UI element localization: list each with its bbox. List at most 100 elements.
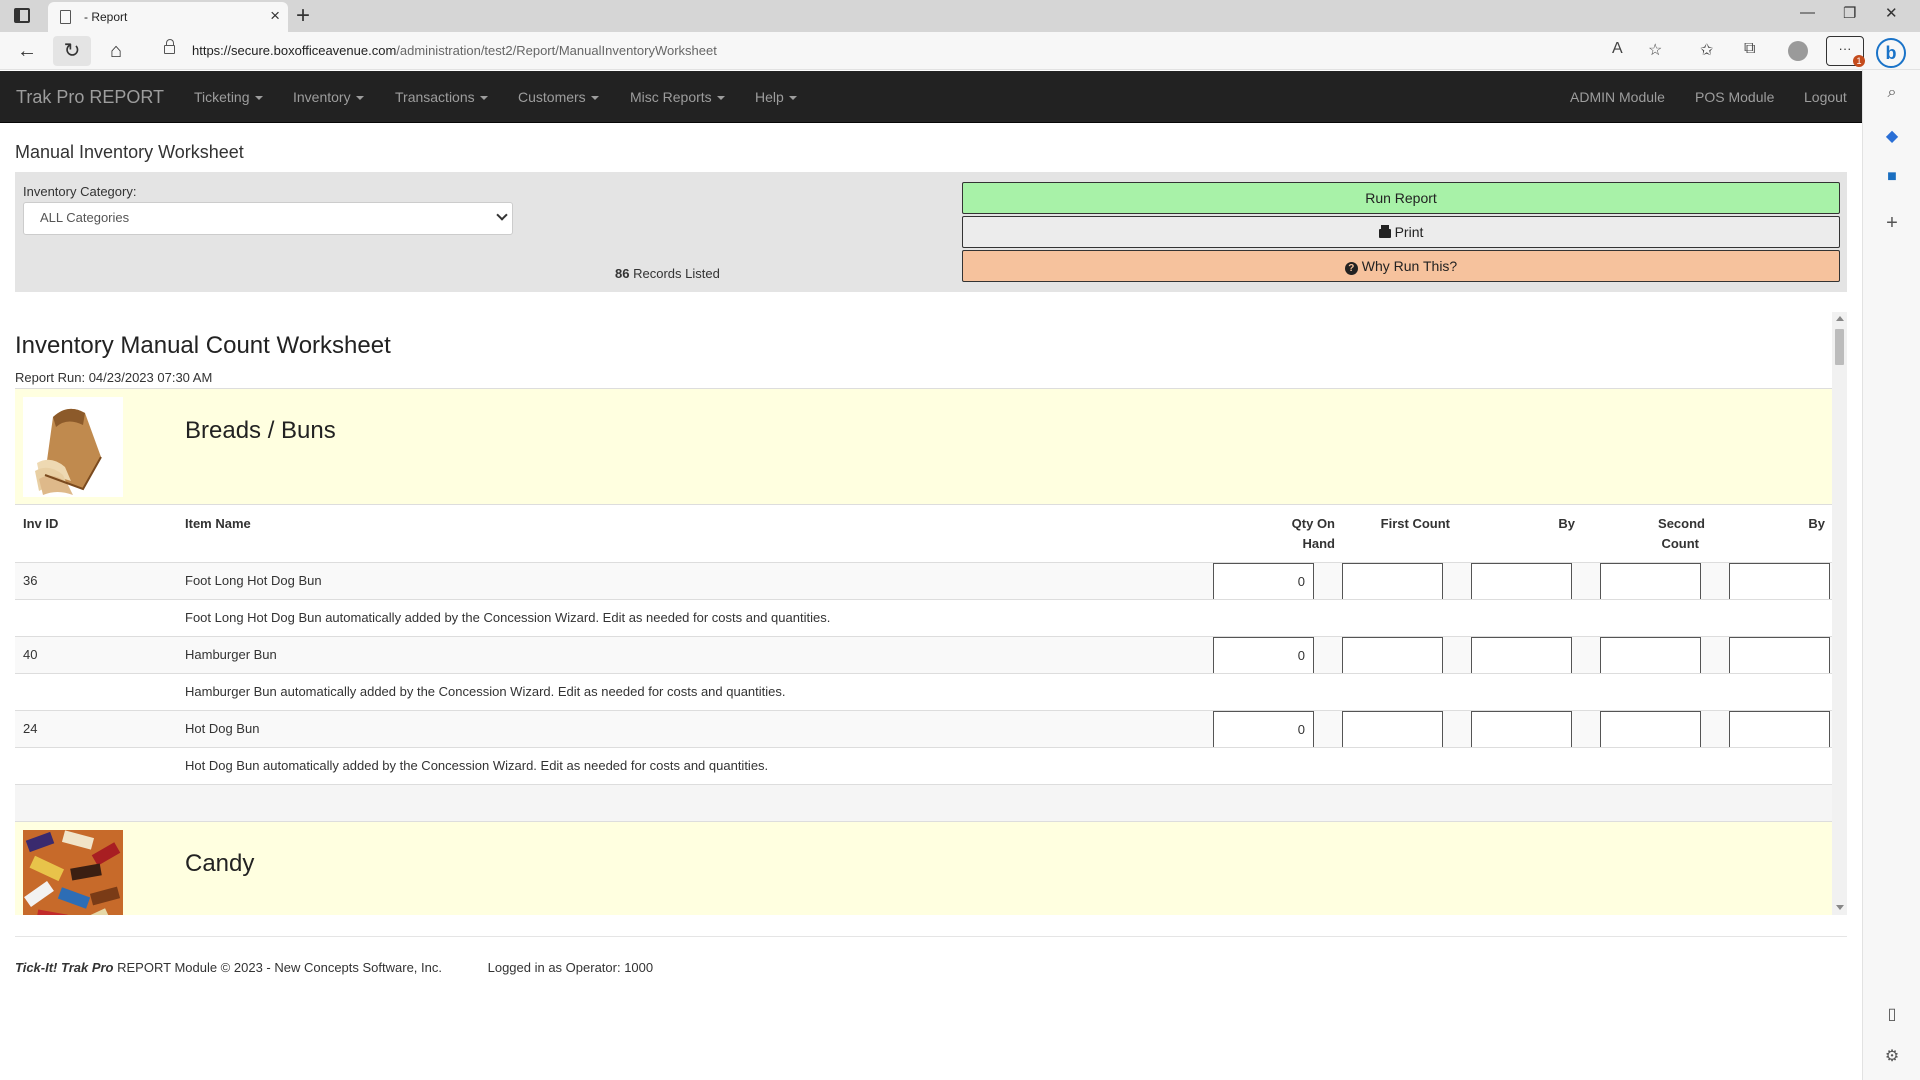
favorites-icon[interactable]: ✩ [1700, 40, 1713, 60]
inv-id: 36 [23, 573, 38, 588]
close-window-icon[interactable]: ✕ [1885, 4, 1898, 22]
item-name: Hot Dog Bun [185, 721, 260, 736]
bing-copilot-icon[interactable]: b [1876, 38, 1906, 68]
caret-down-icon [590, 96, 599, 101]
category-select[interactable]: ALL Categories [23, 202, 513, 235]
report-scrollbar[interactable] [1832, 312, 1847, 915]
menu-misc-reports[interactable]: Misc Reports [630, 89, 725, 105]
question-circle-icon: ? [1344, 262, 1358, 275]
printer-icon [1378, 225, 1391, 238]
browser-tab-strip: - Report × + — ❐ ✕ [0, 0, 1920, 32]
first-count-box [1342, 711, 1443, 748]
back-icon[interactable]: ← [13, 39, 41, 63]
caret-down-icon [716, 96, 725, 101]
add-favorite-icon[interactable]: ☆ [1648, 40, 1662, 60]
qty-on-hand-field: 0 [1213, 637, 1314, 674]
col-second-count: Second Count [1658, 516, 1705, 551]
scroll-up-icon[interactable] [1836, 316, 1844, 321]
records-count: 86 [615, 266, 630, 281]
tab-title: - Report [84, 10, 128, 24]
scrollbar-thumb[interactable] [1835, 329, 1844, 365]
new-tab-icon[interactable]: + [296, 2, 310, 30]
item-description: Hamburger Bun automatically added by the… [185, 684, 786, 699]
menu-inventory[interactable]: Inventory [293, 89, 364, 105]
scroll-down-icon[interactable] [1836, 905, 1844, 910]
category-name: Breads / Buns [185, 417, 336, 444]
report-panel: Inventory Manual Count Worksheet Report … [15, 312, 1845, 915]
url-bar[interactable]: https://secure.boxofficeavenue.com/admin… [146, 36, 1646, 66]
by-2-box [1729, 563, 1830, 600]
footer-copyright: REPORT Module © 2023 - New Concepts Soft… [117, 960, 442, 975]
search-icon[interactable]: ⌕ [1882, 84, 1902, 102]
refresh-icon: ↻ [63, 40, 81, 62]
table-row: 36 Foot Long Hot Dog Bun 0 [15, 562, 1832, 600]
col-qty-on-hand: Qty On Hand [1291, 516, 1335, 551]
close-tab-icon[interactable]: × [270, 6, 280, 26]
page-icon [60, 10, 71, 24]
bread-loaf-image [23, 397, 123, 497]
menu-customers[interactable]: Customers [518, 89, 599, 105]
operator-info: Logged in as Operator: 1000 [487, 960, 654, 975]
category-spacer [15, 784, 1832, 821]
table-row: 40 Hamburger Bun 0 [15, 636, 1832, 674]
filter-label: Inventory Category: [23, 184, 137, 199]
browser-tab[interactable]: - Report × [48, 2, 288, 32]
restore-icon[interactable]: ❐ [1843, 4, 1856, 22]
item-description: Foot Long Hot Dog Bun automatically adde… [185, 610, 831, 625]
admin-module-link[interactable]: ADMIN Module [1570, 89, 1665, 105]
page-title: Manual Inventory Worksheet [15, 142, 244, 162]
menu-transactions[interactable]: Transactions [395, 89, 488, 105]
inv-id: 24 [23, 721, 38, 736]
footer: Tick-It! Trak Pro REPORT Module © 2023 -… [15, 960, 653, 975]
col-by-1: By [1558, 516, 1575, 531]
second-count-box [1600, 563, 1701, 600]
minimize-icon[interactable]: — [1800, 4, 1815, 21]
menu-ticketing[interactable]: Ticketing [194, 89, 263, 105]
hide-sidebar-icon[interactable]: ▯ [1882, 1004, 1902, 1024]
records-listed: 86 Records Listed [615, 266, 720, 281]
caret-down-icon [355, 96, 364, 101]
profile-icon[interactable] [1788, 41, 1808, 61]
candy-pile-image [23, 830, 123, 915]
home-icon[interactable]: ⌂ [102, 39, 130, 63]
refresh-button[interactable]: ↻ [53, 36, 91, 66]
second-count-box [1600, 711, 1701, 748]
read-aloud-icon[interactable]: A [1612, 40, 1623, 58]
logout-link[interactable]: Logout [1804, 89, 1847, 105]
category-header: Breads / Buns [15, 388, 1832, 505]
report-title: Inventory Manual Count Worksheet [15, 332, 391, 359]
collections-icon[interactable]: ⧉ [1744, 40, 1755, 58]
print-button[interactable]: Print [962, 216, 1840, 248]
pos-module-link[interactable]: POS Module [1695, 89, 1774, 105]
outlook-icon[interactable]: ■ [1882, 168, 1902, 186]
add-sidebar-app-icon[interactable]: + [1882, 212, 1902, 235]
address-toolbar: ← ↻ ⌂ https://secure.boxofficeavenue.com… [0, 32, 1920, 70]
description-row: Foot Long Hot Dog Bun automatically adde… [15, 599, 1832, 636]
why-run-button[interactable]: ? Why Run This? [962, 250, 1840, 282]
col-inv-id: Inv ID [23, 516, 59, 531]
menu-help[interactable]: Help [755, 89, 797, 105]
qty-on-hand-field: 0 [1213, 711, 1314, 748]
sidebar-settings-icon[interactable]: ⚙ [1882, 1046, 1902, 1066]
item-description: Hot Dog Bun automatically added by the C… [185, 758, 769, 773]
col-item-name: Item Name [185, 516, 251, 531]
footer-divider [15, 936, 1847, 937]
category-select-value: ALL Categories [40, 210, 130, 225]
description-row: Hot Dog Bun automatically added by the C… [15, 747, 1832, 784]
office-icon[interactable]: ◆ [1882, 126, 1902, 146]
second-count-box [1600, 637, 1701, 674]
category-header: Candy [15, 821, 1832, 915]
by-1-box [1471, 711, 1572, 748]
url-text: https://secure.boxofficeavenue.com/admin… [192, 43, 717, 58]
run-report-button[interactable]: Run Report [962, 182, 1840, 214]
tab-actions-icon[interactable] [14, 8, 30, 23]
brand-link[interactable]: Trak Pro REPORT [16, 87, 164, 108]
first-count-box [1342, 637, 1443, 674]
col-by-2: By [1808, 516, 1825, 531]
by-2-box [1729, 637, 1830, 674]
extensions-button[interactable]: ··· 1 [1826, 36, 1865, 67]
lock-icon [164, 39, 175, 54]
by-2-box [1729, 711, 1830, 748]
by-1-box [1471, 563, 1572, 600]
caret-down-icon [788, 96, 797, 101]
